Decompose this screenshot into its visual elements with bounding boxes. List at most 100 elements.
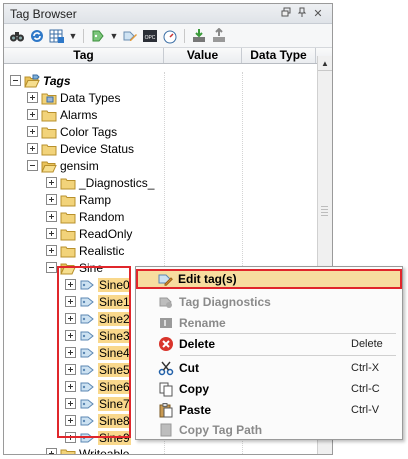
paste-icon [157,401,175,419]
tree-row-writeable[interactable]: Writeable [46,445,129,454]
menu-item-edit-tag-s[interactable]: Edit tag(s) [136,269,402,289]
tree-row-ramp[interactable]: Ramp [46,191,111,208]
column-value[interactable]: Value [164,48,242,63]
chevron-down-icon[interactable]: ▼ [68,31,78,41]
expand-icon[interactable] [46,245,57,256]
edit-tag-icon[interactable] [121,27,139,45]
tree-row-alarms[interactable]: Alarms [27,106,97,123]
menu-item-copy[interactable]: Copy Ctrl-C [137,379,401,399]
folder-icon [41,107,57,123]
refresh-icon[interactable] [28,27,46,45]
collapse-icon[interactable] [10,75,21,86]
scroll-up-icon[interactable]: ▲ [318,56,332,71]
tree-row-device-status[interactable]: Device Status [27,140,134,157]
collapse-icon[interactable] [27,160,38,171]
menu-item-label: Delete [179,337,216,351]
tree-label: Data Types [60,90,121,105]
expand-icon[interactable] [27,126,38,137]
chevron-down-icon[interactable]: ▼ [109,31,119,41]
menu-item-label: Tag Diagnostics [179,295,271,309]
tree-row-gensim[interactable]: gensim [27,157,99,174]
tree-row-tags[interactable]: Tags [10,72,71,89]
toolbar: ▼ ▼ OPC [4,24,332,48]
opc-server-icon[interactable]: OPC [141,27,159,45]
menu-item-paste[interactable]: Paste Ctrl-V [137,400,401,420]
menu-item-shortcut: Ctrl-X [351,362,380,374]
tree-label: ReadOnly [79,226,133,241]
diagnostics-icon [157,293,175,311]
expand-icon[interactable] [46,228,57,239]
panel-title: Tag Browser [10,6,77,21]
tree-row-random[interactable]: Random [46,208,124,225]
rename-icon [157,314,175,332]
menu-separator [180,355,396,356]
expand-icon[interactable] [27,109,38,120]
copy-tag-path-icon [157,421,175,439]
edit-tag-icon [156,270,174,288]
column-data-type[interactable]: Data Type [242,48,316,63]
folder-icon [60,243,76,259]
menu-item-label: Cut [179,361,199,375]
folder-datatypes-icon [41,90,57,106]
menu-item-label: Edit tag(s) [178,272,237,286]
tree-row-data-types[interactable]: Data Types [27,89,120,106]
menu-item-tag-diagnostics[interactable]: Tag Diagnostics [137,292,401,312]
tree-row-readonly[interactable]: ReadOnly [46,225,132,242]
delete-icon [157,335,175,353]
selection-highlight-box [57,266,131,438]
context-menu: Edit tag(s) Tag Diagnostics Rename Delete De… [135,266,403,440]
tree-label: gensim [60,158,99,173]
expand-icon[interactable] [46,211,57,222]
folder-icon [41,124,57,140]
column-tag[interactable]: Tag [4,48,164,63]
column-header: Tag Value Data Type [4,48,332,64]
expand-icon[interactable] [27,143,38,154]
folder-icon [60,192,76,208]
menu-item-shortcut: Ctrl-C [351,383,380,395]
add-tag-icon[interactable] [89,27,107,45]
tree-label: _Diagnostics_ [79,175,155,190]
binoculars-icon[interactable] [8,27,26,45]
close-icon[interactable]: ✕ [310,7,326,20]
tree-label: Tags [43,73,71,88]
tree-label: Random [79,209,125,224]
menu-item-label: Rename [179,316,226,330]
toolbar-separator [184,28,185,43]
tree-row-color-tags[interactable]: Color Tags [27,123,117,140]
tree-row-realistic[interactable]: Realistic [46,242,124,259]
tree-label: Realistic [79,243,125,258]
menu-item-cut[interactable]: Cut Ctrl-X [137,358,401,378]
expand-icon[interactable] [46,194,57,205]
folder-icon [60,209,76,225]
folder-icon [60,226,76,242]
import-icon[interactable] [190,27,208,45]
tree-row-diagnostics[interactable]: _Diagnostics_ [46,174,154,191]
folder-tag-icon [24,73,40,89]
menu-item-shortcut: Delete [351,338,383,350]
title-bar: Tag Browser ✕ [4,4,332,24]
gauge-icon[interactable] [161,27,179,45]
menu-item-copy-tag-path[interactable]: Copy Tag Path [137,420,401,440]
tree-label: Ramp [79,192,112,207]
menu-item-label: Paste [179,403,212,417]
expand-icon[interactable] [27,92,38,103]
scroll-grip[interactable] [321,206,328,218]
folder-icon [41,141,57,157]
svg-text:OPC: OPC [145,35,156,41]
tree-label: Device Status [60,141,135,156]
grid-view-icon[interactable] [48,27,66,45]
menu-item-label: Copy [179,382,209,396]
menu-item-label: Copy Tag Path [179,423,263,437]
folder-open-icon [41,158,57,174]
restore-icon[interactable] [278,7,294,20]
menu-item-delete[interactable]: Delete Delete [137,334,401,354]
pin-icon[interactable] [294,7,310,20]
expand-icon[interactable] [46,448,57,454]
copy-icon [157,380,175,398]
tree-label: Color Tags [60,124,118,139]
menu-item-rename[interactable]: Rename [137,313,401,333]
expand-icon[interactable] [46,177,57,188]
collapse-icon[interactable] [46,262,57,273]
cut-icon [157,359,175,377]
export-icon[interactable] [210,27,228,45]
